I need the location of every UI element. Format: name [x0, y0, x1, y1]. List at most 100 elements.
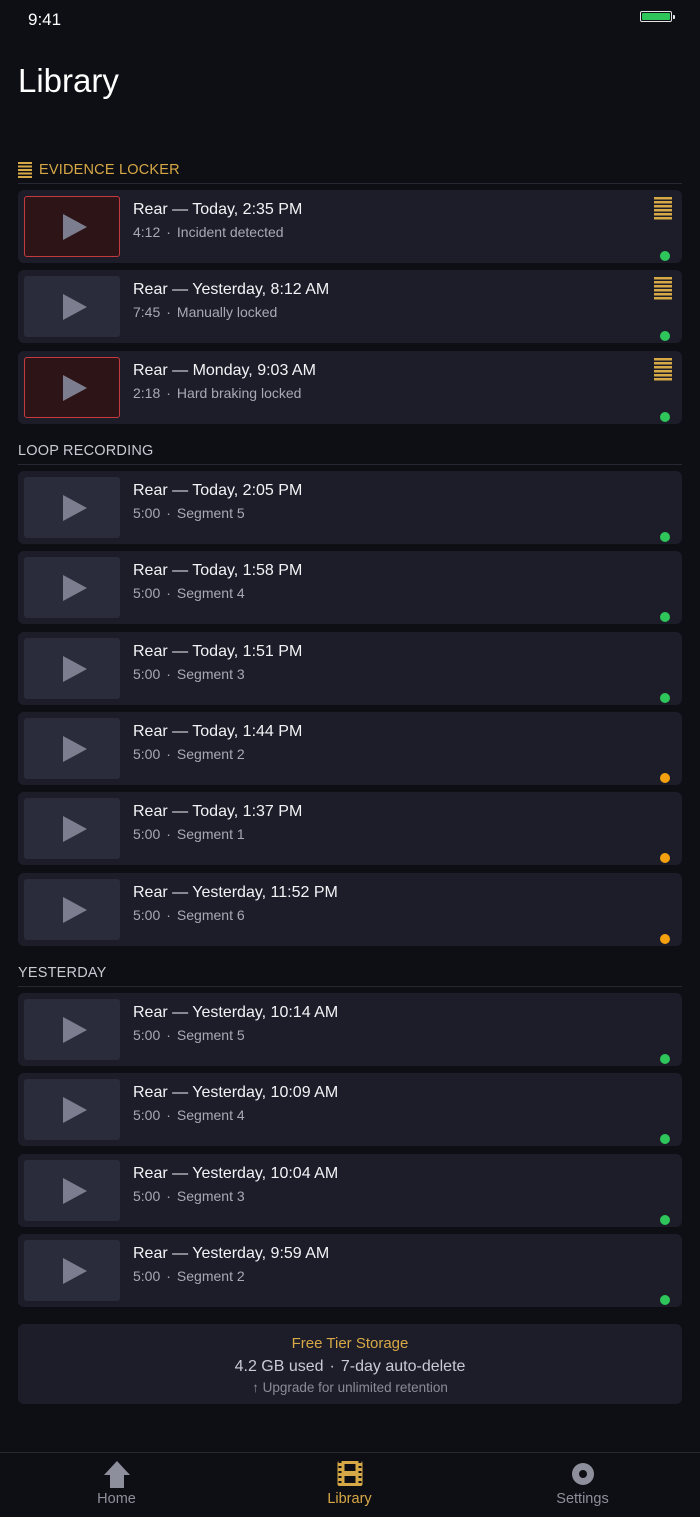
status-dot: [660, 1295, 670, 1305]
clip-thumbnail[interactable]: [24, 1240, 120, 1301]
clip-thumbnail[interactable]: [24, 1079, 120, 1140]
section-header-label: LOOP RECORDING: [18, 443, 154, 459]
clip-title: Rear — Today, 1:37 PM: [133, 803, 303, 820]
status-dot: [660, 612, 670, 622]
storage-panel[interactable]: Free Tier Storage 4.2 GB used · 7-day auto…: [18, 1324, 682, 1404]
clip-card[interactable]: Rear — Today, 2:35 PM 4:12 · Incident dete…: [18, 190, 682, 263]
play-icon: [63, 735, 87, 762]
clip-duration: 5:00: [133, 585, 161, 601]
clip-thumbnail[interactable]: [24, 879, 120, 940]
lock-icon: [654, 277, 672, 301]
lock-icon: [654, 358, 672, 382]
clip-card[interactable]: Rear — Today, 1:44 PM 5:00 · Segment 2: [18, 712, 682, 785]
clip-card[interactable]: Rear — Today, 1:37 PM 5:00 · Segment 1: [18, 792, 682, 865]
clip-title: Rear — Today, 1:51 PM: [133, 643, 303, 660]
meta-separator: ·: [166, 304, 171, 320]
clip-title: Rear — Today, 1:58 PM: [133, 562, 303, 579]
status-bar: 9:41: [0, 0, 700, 40]
clip-thumbnail[interactable]: [24, 638, 120, 699]
clip-detail: Segment 2: [176, 1268, 245, 1284]
tab-label: Home: [97, 1491, 136, 1507]
clip-title: Rear — Yesterday, 10:09 AM: [133, 1084, 339, 1101]
clip-thumbnail[interactable]: [24, 477, 120, 538]
tab-settings[interactable]: Settings: [466, 1453, 699, 1517]
clip-duration: 5:00: [133, 1107, 161, 1123]
clip-detail: Segment 2: [176, 746, 245, 762]
clip-card[interactable]: Rear — Yesterday, 8:12 AM 7:45 · Manually …: [18, 270, 682, 343]
film-icon: [337, 1461, 362, 1486]
clip-duration: 5:00: [133, 666, 161, 682]
status-dot: [660, 773, 670, 783]
clip-card[interactable]: Rear — Yesterday, 11:52 PM 5:00 · Segment …: [18, 873, 682, 946]
section-header-label: YESTERDAY: [18, 965, 107, 981]
clip-card[interactable]: Rear — Yesterday, 9:59 AM 5:00 · Segment 2: [18, 1234, 682, 1307]
clip-duration: 5:00: [133, 1188, 161, 1204]
clip-title: Rear — Today, 1:44 PM: [133, 723, 303, 740]
clip-card[interactable]: Rear — Yesterday, 10:09 AM 5:00 · Segment …: [18, 1073, 682, 1146]
play-icon: [63, 574, 87, 601]
clip-thumbnail[interactable]: [24, 798, 120, 859]
section-header-evidence-locker: EVIDENCE LOCKER: [18, 162, 682, 184]
clip-card[interactable]: Rear — Today, 1:58 PM 5:00 · Segment 4: [18, 551, 682, 624]
meta-separator: ·: [166, 666, 171, 682]
clip-thumbnail[interactable]: [24, 718, 120, 779]
clip-meta: 5:00 · Segment 5: [133, 1027, 245, 1043]
section-header-label: EVIDENCE LOCKER: [39, 162, 180, 178]
clip-duration: 5:00: [133, 746, 161, 762]
clip-duration: 2:18: [133, 385, 161, 401]
status-dot: [660, 1215, 670, 1225]
clip-title: Rear — Yesterday, 8:12 AM: [133, 281, 330, 298]
play-icon: [63, 293, 87, 320]
clip-meta: 2:18 · Hard braking locked: [133, 385, 301, 401]
clip-duration: 5:00: [133, 505, 161, 521]
clip-meta: 5:00 · Segment 5: [133, 505, 245, 521]
clip-thumbnail[interactable]: [24, 357, 120, 418]
status-dot: [660, 934, 670, 944]
clip-detail: Hard braking locked: [176, 385, 302, 401]
tab-home[interactable]: Home: [0, 1453, 233, 1517]
clip-card[interactable]: Rear — Monday, 9:03 AM 2:18 · Hard braking…: [18, 351, 682, 424]
clip-card[interactable]: Rear — Today, 2:05 PM 5:00 · Segment 5: [18, 471, 682, 544]
clip-detail: Segment 5: [176, 505, 245, 521]
play-icon: [63, 374, 87, 401]
storage-usage: 4.2 GB used · 7-day auto-delete: [18, 1358, 682, 1376]
meta-separator: ·: [329, 1358, 335, 1375]
clip-meta: 5:00 · Segment 4: [133, 585, 245, 601]
clip-title: Rear — Yesterday, 10:04 AM: [133, 1165, 339, 1182]
meta-separator: ·: [166, 1188, 171, 1204]
meta-separator: ·: [166, 1107, 171, 1123]
meta-separator: ·: [166, 746, 171, 762]
clip-detail: Manually locked: [176, 304, 278, 320]
clip-thumbnail[interactable]: [24, 999, 120, 1060]
clip-card[interactable]: Rear — Today, 1:51 PM 5:00 · Segment 3: [18, 632, 682, 705]
play-icon: [63, 655, 87, 682]
status-dot: [660, 412, 670, 422]
storage-title: Free Tier Storage: [291, 1335, 409, 1352]
clip-card[interactable]: Rear — Yesterday, 10:04 AM 5:00 · Segment …: [18, 1154, 682, 1227]
storage-retention: 7-day auto-delete: [340, 1358, 466, 1375]
upgrade-link[interactable]: ↑ Upgrade for unlimited retention: [18, 1380, 682, 1395]
play-icon: [63, 1177, 87, 1204]
clip-thumbnail[interactable]: [24, 196, 120, 257]
status-dot: [660, 1134, 670, 1144]
clip-meta: 5:00 · Segment 6: [133, 907, 245, 923]
tab-library[interactable]: Library: [233, 1453, 466, 1517]
meta-separator: ·: [166, 585, 171, 601]
clip-duration: 5:00: [133, 1268, 161, 1284]
clip-detail: Segment 6: [176, 907, 245, 923]
gear-icon: [571, 1463, 594, 1485]
clip-card[interactable]: Rear — Yesterday, 10:14 AM 5:00 · Segment …: [18, 993, 682, 1066]
clip-detail: Segment 3: [176, 1188, 245, 1204]
play-icon: [63, 494, 87, 521]
status-dot: [660, 331, 670, 341]
storage-used: 4.2 GB used: [234, 1358, 324, 1375]
clip-title: Rear — Today, 2:05 PM: [133, 482, 303, 499]
clip-thumbnail[interactable]: [24, 557, 120, 618]
clip-meta: 5:00 · Segment 2: [133, 1268, 245, 1284]
clip-detail: Segment 4: [176, 1107, 245, 1123]
clip-title: Rear — Yesterday, 11:52 PM: [133, 884, 338, 901]
clip-meta: 5:00 · Segment 1: [133, 826, 245, 842]
clip-thumbnail[interactable]: [24, 276, 120, 337]
clip-thumbnail[interactable]: [24, 1160, 120, 1221]
battery-icon: [640, 11, 675, 22]
